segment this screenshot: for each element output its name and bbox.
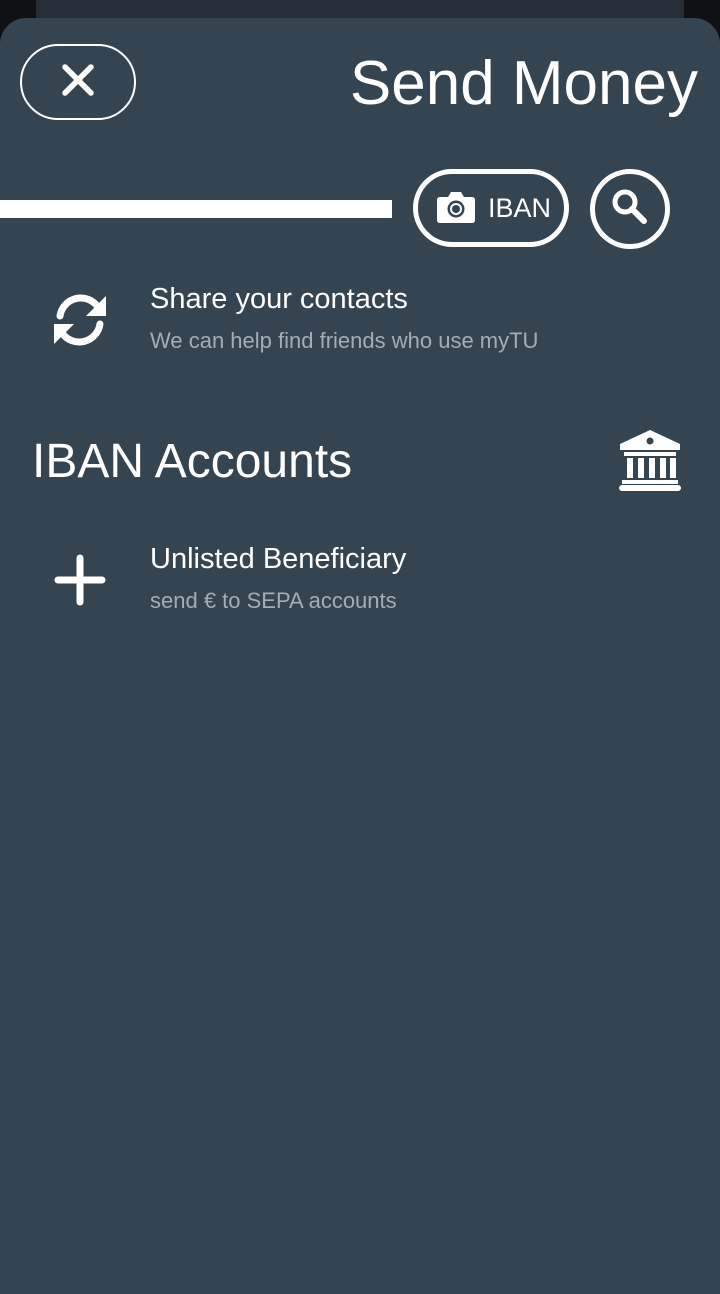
share-contacts-item[interactable]: Share your contacts We can help find fri… <box>0 280 720 380</box>
close-button[interactable] <box>20 44 136 120</box>
search-icon <box>611 188 649 231</box>
search-input[interactable] <box>0 200 392 218</box>
unlisted-beneficiary-subtitle: send € to SEPA accounts <box>150 588 397 613</box>
page-title: Send Money <box>349 49 698 118</box>
search-button[interactable] <box>590 169 670 249</box>
scan-iban-button[interactable]: IBAN <box>413 169 569 247</box>
bank-icon <box>618 428 682 492</box>
unlisted-beneficiary-item[interactable]: Unlisted Beneficiary send € to SEPA acco… <box>0 540 720 640</box>
iban-button-label: IBAN <box>488 192 552 223</box>
plus-icon <box>48 548 112 612</box>
sync-icon <box>48 288 112 352</box>
iban-accounts-heading: IBAN Accounts <box>32 435 353 488</box>
share-contacts-subtitle: We can help find friends who use myTU <box>150 328 539 353</box>
close-icon <box>61 63 95 102</box>
send-money-sheet: Send Money IBAN Share your contacts We c… <box>0 18 720 1294</box>
unlisted-beneficiary-title: Unlisted Beneficiary <box>150 543 407 575</box>
share-contacts-title: Share your contacts <box>150 283 408 315</box>
camera-icon <box>436 188 476 229</box>
